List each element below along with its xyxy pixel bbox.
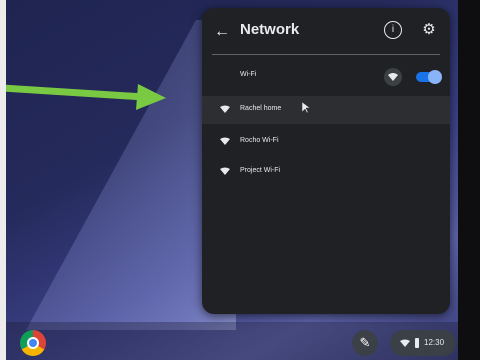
wifi-icon bbox=[220, 167, 230, 175]
wifi-status-icon bbox=[384, 68, 402, 86]
desktop: ← Network i ⚙ Wi-Fi Rachel home Rocho Wi… bbox=[6, 0, 458, 360]
clock: 12:30 bbox=[424, 338, 445, 347]
info-icon[interactable]: i bbox=[384, 21, 402, 39]
toggle-knob bbox=[428, 70, 442, 84]
wifi-toggle[interactable] bbox=[416, 70, 442, 84]
network-name: Project Wi-Fi bbox=[240, 167, 281, 174]
page-title: Network bbox=[240, 21, 300, 38]
wifi-icon bbox=[220, 137, 230, 145]
wifi-label: Wi-Fi bbox=[240, 71, 257, 78]
chrome-icon-core bbox=[29, 339, 37, 347]
annotation-arrow bbox=[6, 84, 166, 110]
chrome-icon[interactable] bbox=[20, 330, 46, 356]
status-tray[interactable]: 12:30 bbox=[390, 330, 456, 356]
screen-edge bbox=[458, 0, 480, 360]
network-name: Rocho Wi-Fi bbox=[240, 137, 279, 144]
stylus-icon[interactable]: ✎ bbox=[352, 330, 378, 356]
shelf: ✎ 12:30 bbox=[6, 322, 458, 360]
arrow-back-icon[interactable]: ← bbox=[210, 20, 234, 44]
chrome-icon-ring bbox=[27, 337, 39, 349]
network-item-project-wifi[interactable]: Project Wi-Fi bbox=[202, 158, 450, 186]
header-divider bbox=[212, 54, 440, 55]
network-name: Rachel home bbox=[240, 105, 282, 112]
gear-icon[interactable]: ⚙ bbox=[420, 21, 438, 39]
network-panel: ← Network i ⚙ Wi-Fi Rachel home Rocho Wi… bbox=[202, 8, 450, 314]
network-item-rachel-home[interactable]: Rachel home bbox=[202, 96, 450, 124]
wifi-toggle-row[interactable]: Wi-Fi bbox=[202, 60, 450, 94]
wifi-icon bbox=[220, 105, 230, 113]
battery-icon bbox=[415, 338, 419, 348]
mouse-cursor-icon bbox=[302, 102, 310, 114]
network-item-rocho-wifi[interactable]: Rocho Wi-Fi bbox=[202, 128, 450, 156]
wifi-icon bbox=[400, 339, 410, 347]
panel-header: ← Network i ⚙ bbox=[202, 8, 450, 52]
